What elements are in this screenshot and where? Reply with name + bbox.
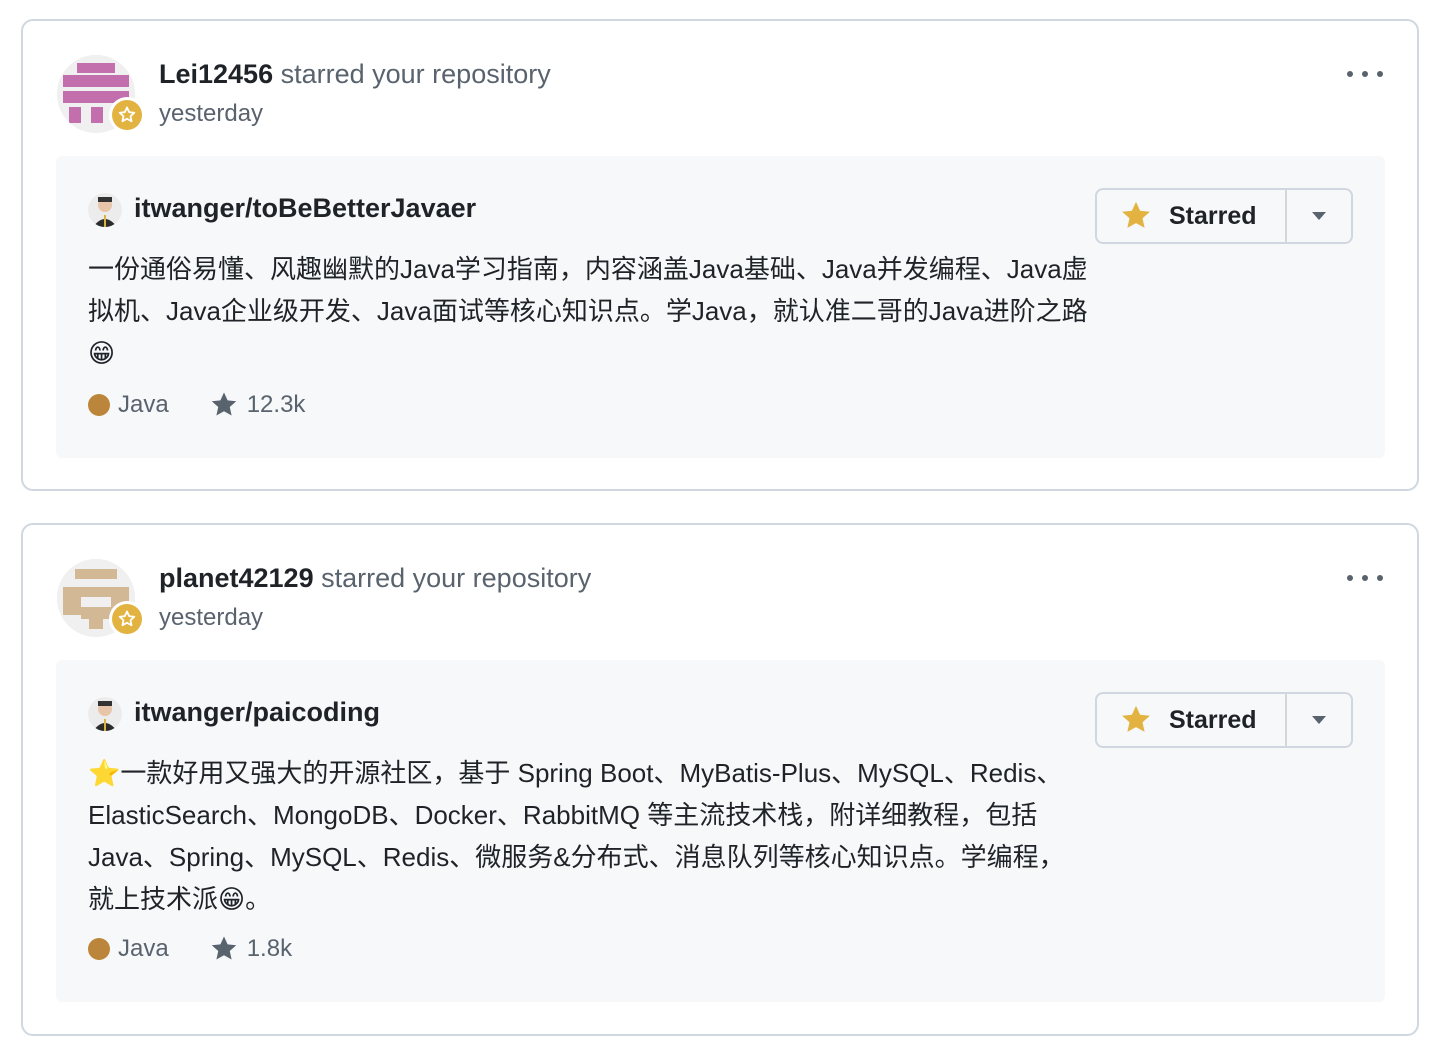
star-badge-icon — [109, 601, 145, 637]
star-badge-icon — [109, 97, 145, 133]
starred-button[interactable]: Starred — [1097, 694, 1287, 746]
username-link[interactable]: planet42129 — [159, 563, 314, 593]
stargazers-link[interactable]: 12.3k — [209, 390, 306, 420]
timestamp: yesterday — [159, 604, 264, 631]
star-icon — [211, 936, 236, 960]
triangle-down-icon — [1312, 716, 1326, 724]
repo-meta: Java 1.8k — [88, 934, 292, 964]
kebab-horizontal-icon[interactable] — [1347, 567, 1383, 589]
notification-headline: Lei12456 starred your repository — [159, 57, 551, 91]
language-color-dot — [88, 938, 110, 960]
starred-button-label: Starred — [1169, 201, 1257, 230]
star-lists-dropdown[interactable] — [1287, 190, 1351, 242]
repo-name-link[interactable]: itwanger/toBeBetterJavaer — [134, 190, 476, 226]
repo-card: itwanger/paicoding ⭐一款好用又强大的开源社区，基于 Spri… — [56, 660, 1385, 1002]
star-count-value: 12.3k — [246, 391, 306, 418]
star-fill-icon — [1122, 201, 1150, 228]
timestamp: yesterday — [159, 100, 264, 127]
notification-card: Lei12456 starred your repository yesterd… — [21, 19, 1419, 491]
starred-button-group: Starred — [1095, 188, 1353, 244]
language-label: Java — [118, 391, 169, 418]
triangle-down-icon — [1312, 212, 1326, 220]
notification-card: planet42129 starred your repository yest… — [21, 523, 1419, 1036]
star-count-value: 1.8k — [246, 935, 293, 962]
owner-avatar[interactable] — [88, 697, 122, 731]
repo-description: ⭐一款好用又强大的开源社区，基于 Spring Boot、MyBatis-Plu… — [88, 758, 1065, 914]
repo-meta: Java 12.3k — [88, 390, 305, 420]
kebab-horizontal-icon[interactable] — [1347, 63, 1383, 85]
action-text: starred your repository — [321, 563, 592, 593]
star-fill-icon — [1122, 705, 1150, 732]
repo-card: itwanger/toBeBetterJavaer 一份通俗易懂、风趣幽默的Ja… — [56, 156, 1385, 458]
language-color-dot — [88, 394, 110, 416]
repo-name-link[interactable]: itwanger/paicoding — [134, 694, 380, 730]
language-label: Java — [118, 935, 169, 962]
username-link[interactable]: Lei12456 — [159, 59, 273, 89]
owner-avatar[interactable] — [88, 193, 122, 227]
repo-description: 一份通俗易懂、风趣幽默的Java学习指南，内容涵盖Java基础、Java并发编程… — [88, 254, 1088, 368]
starred-button-label: Starred — [1169, 705, 1257, 734]
notification-headline: planet42129 starred your repository — [159, 561, 591, 595]
starred-button[interactable]: Starred — [1097, 190, 1287, 242]
star-lists-dropdown[interactable] — [1287, 694, 1351, 746]
action-text: starred your repository — [280, 59, 551, 89]
stargazers-link[interactable]: 1.8k — [209, 934, 292, 964]
starred-button-group: Starred — [1095, 692, 1353, 748]
star-icon — [211, 392, 236, 416]
